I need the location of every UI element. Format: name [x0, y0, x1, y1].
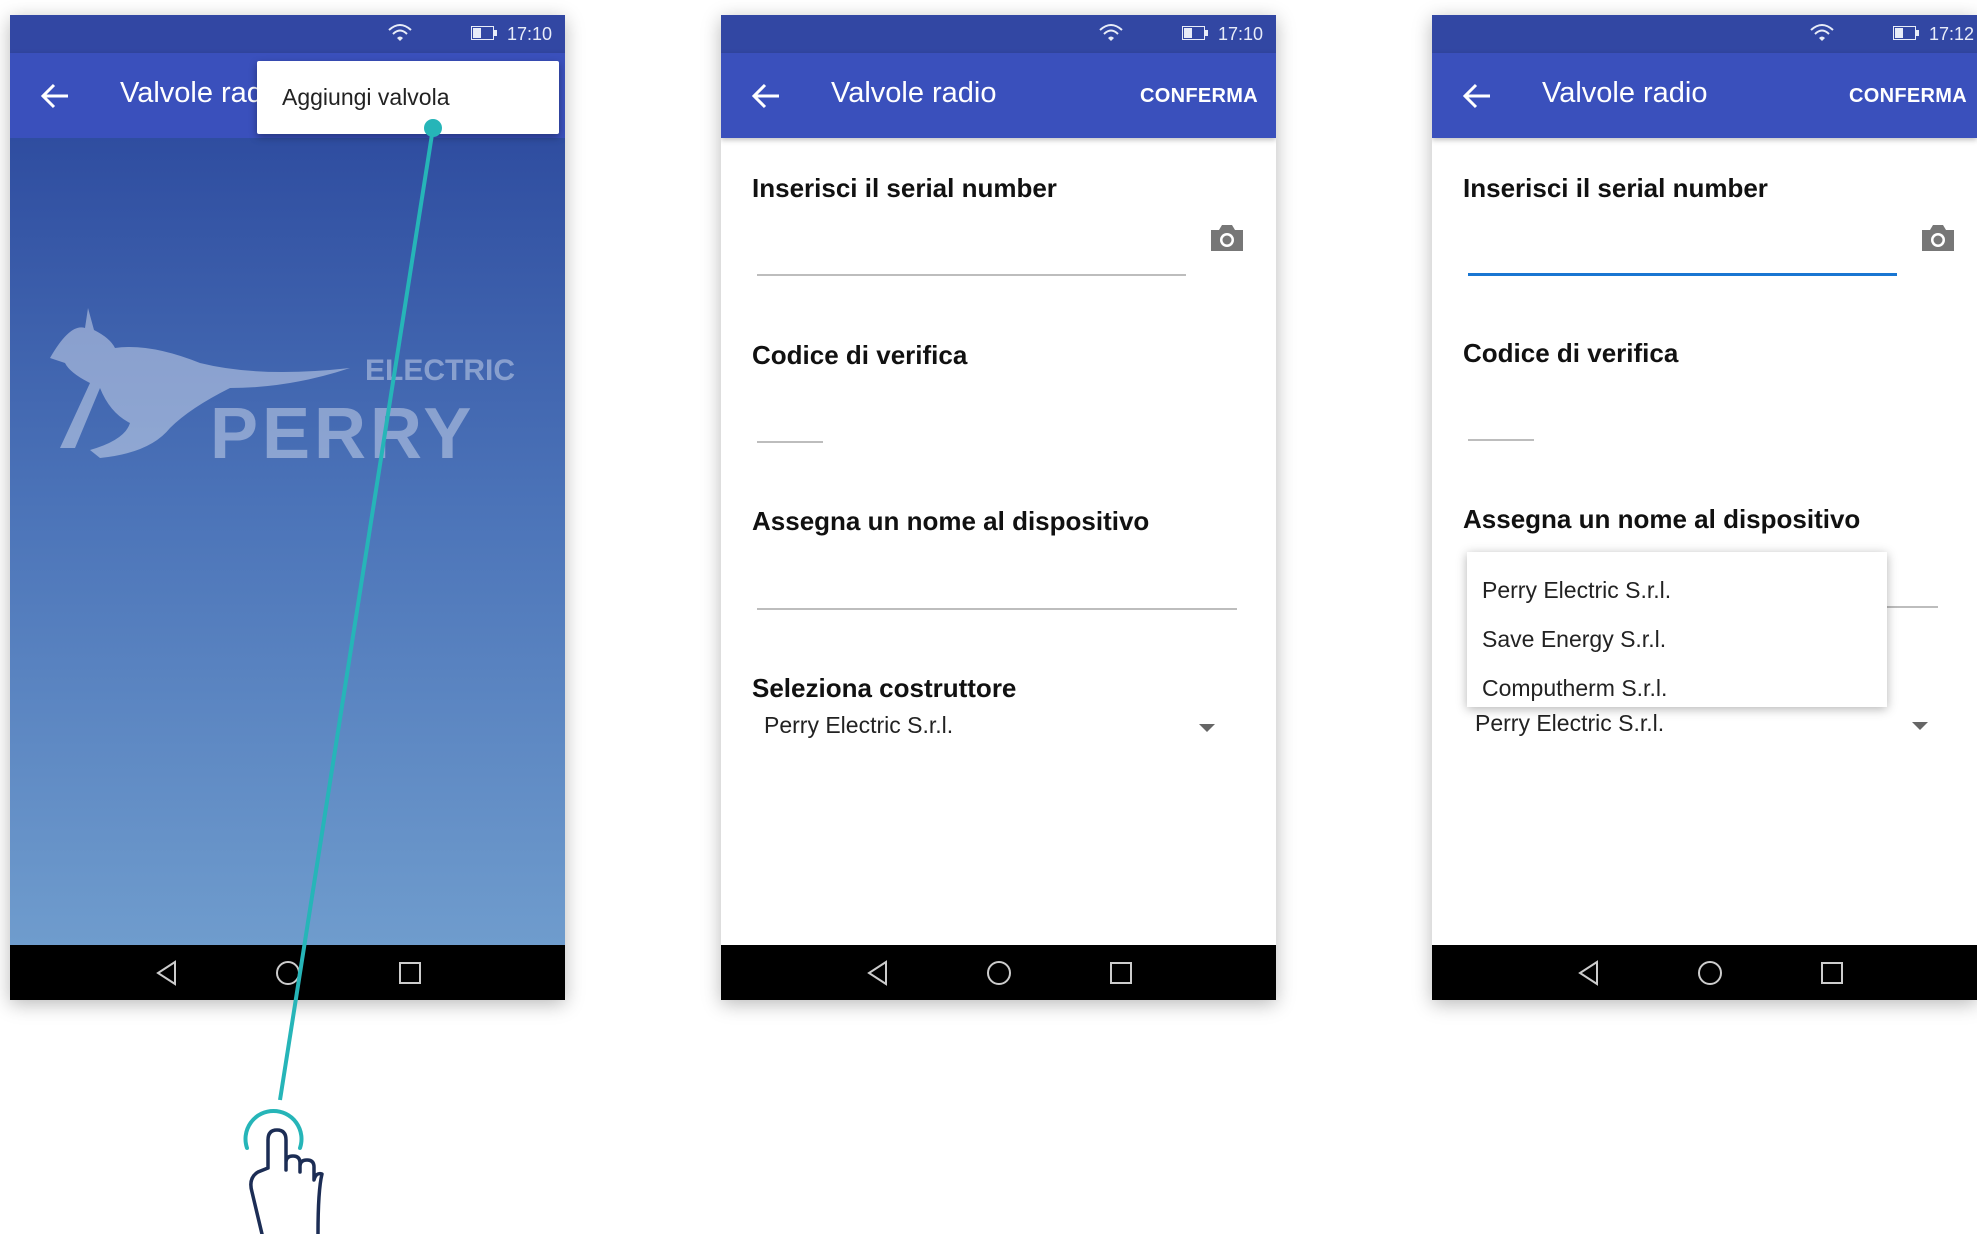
chevron-down-icon	[1912, 722, 1928, 730]
device-name-input[interactable]	[757, 565, 1241, 603]
serial-number-label: Inserisci il serial number	[1463, 173, 1768, 203]
status-bar: 17:10	[10, 15, 565, 53]
status-bar: 17:10	[721, 15, 1276, 53]
verification-code-input[interactable]	[757, 398, 827, 436]
navigation-bar	[10, 945, 565, 1000]
serial-number-input[interactable]	[1468, 230, 1897, 268]
verification-code-label: Codice di verifica	[1463, 338, 1679, 368]
menu-item-add-valve[interactable]: Aggiungi valvola	[282, 84, 450, 111]
dropdown-option[interactable]: Save Energy S.r.l.	[1482, 626, 1666, 653]
screen-home-menu: 17:10 Valvole radio ELECTRIC PERRY Aggiu…	[10, 15, 565, 1000]
device-name-label: Assegna un nome al dispositivo	[1463, 504, 1861, 534]
back-arrow-icon[interactable]	[751, 83, 781, 109]
serial-number-underline	[757, 274, 1186, 276]
app-bar: Valvole radio CONFERMA	[1432, 53, 1977, 138]
navigation-bar	[721, 945, 1276, 1000]
splash-background: ELECTRIC PERRY	[10, 138, 565, 945]
wifi-icon	[1810, 24, 1834, 41]
logo-electric-text: ELECTRIC	[365, 354, 515, 387]
serial-number-underline	[1468, 273, 1897, 276]
nav-recents-icon[interactable]	[1818, 959, 1846, 987]
nav-recents-icon[interactable]	[1107, 959, 1135, 987]
tap-hand-icon	[243, 1109, 324, 1234]
verification-code-underline	[757, 441, 823, 443]
confirm-button[interactable]: CONFERMA	[1849, 85, 1967, 108]
dropdown-option[interactable]: Computherm S.r.l.	[1482, 675, 1667, 702]
nav-home-icon[interactable]	[274, 959, 302, 987]
logo-perry-text: PERRY	[210, 394, 475, 474]
nav-back-icon[interactable]	[1575, 959, 1603, 987]
nav-recents-icon[interactable]	[396, 959, 424, 987]
camera-icon[interactable]	[1919, 223, 1957, 253]
manufacturer-dropdown-list: Perry Electric S.r.l. Save Energy S.r.l.…	[1467, 552, 1887, 707]
wifi-icon	[1099, 24, 1123, 41]
nav-back-icon[interactable]	[153, 959, 181, 987]
device-name-label: Assegna un nome al dispositivo	[752, 506, 1150, 536]
serial-number-label: Inserisci il serial number	[752, 173, 1057, 203]
page-title: Valvole radio	[831, 77, 997, 109]
battery-icon	[1182, 26, 1208, 40]
page-title: Valvole radio	[1542, 77, 1708, 109]
overflow-menu: Aggiungi valvola	[257, 61, 559, 134]
manufacturer-selected-value: Perry Electric S.r.l.	[764, 712, 954, 738]
screen-add-valve-form: 17:10 Valvole radio CONFERMA Inserisci i…	[721, 15, 1276, 1000]
battery-icon	[1893, 26, 1919, 40]
camera-icon[interactable]	[1208, 223, 1246, 253]
wifi-icon	[388, 24, 412, 41]
manufacturer-selected-value: Perry Electric S.r.l.	[1475, 710, 1665, 736]
status-time: 17:10	[507, 24, 553, 44]
perry-electric-logo: ELECTRIC PERRY	[50, 308, 515, 474]
device-name-underline	[757, 608, 1237, 610]
battery-icon	[471, 26, 497, 40]
nav-back-icon[interactable]	[864, 959, 892, 987]
verification-code-input[interactable]	[1468, 396, 1538, 434]
nav-home-icon[interactable]	[985, 959, 1013, 987]
back-arrow-icon[interactable]	[40, 83, 70, 109]
status-time: 17:10	[1218, 24, 1264, 44]
status-time: 17:12	[1929, 24, 1975, 44]
dropdown-option[interactable]: Perry Electric S.r.l.	[1482, 577, 1671, 604]
verification-code-label: Codice di verifica	[752, 340, 968, 370]
app-bar: Valvole radio CONFERMA	[721, 53, 1276, 138]
back-arrow-icon[interactable]	[1462, 83, 1492, 109]
manufacturer-label: Seleziona costruttore	[752, 673, 1017, 703]
confirm-button[interactable]: CONFERMA	[1140, 85, 1258, 108]
chevron-down-icon	[1199, 724, 1215, 732]
serial-number-input[interactable]	[757, 230, 1186, 268]
nav-home-icon[interactable]	[1696, 959, 1724, 987]
screen-manufacturer-dropdown: 17:12 Valvole radio CONFERMA Inserisci i…	[1432, 15, 1977, 1000]
navigation-bar	[1432, 945, 1977, 1000]
verification-code-underline	[1468, 439, 1534, 441]
status-bar: 17:12	[1432, 15, 1977, 53]
